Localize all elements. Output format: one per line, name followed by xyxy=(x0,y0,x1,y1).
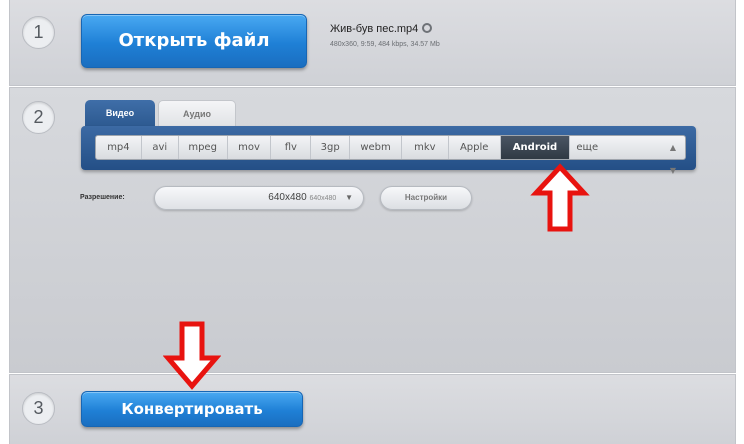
resolution-label: Разрешение: xyxy=(80,194,125,201)
format-bar: mp4 avi mpeg mov flv 3gp webm mkv Apple … xyxy=(81,126,696,175)
format-mp4[interactable]: mp4 xyxy=(96,136,142,159)
settings-button[interactable]: Настройки xyxy=(380,186,472,210)
step-number-1: 1 xyxy=(22,16,55,49)
format-mov[interactable]: mov xyxy=(228,136,272,159)
info-circle-icon[interactable] xyxy=(422,23,433,33)
format-webm[interactable]: webm xyxy=(350,136,402,159)
step-number-2: 2 xyxy=(22,101,55,134)
step-number-3: 3 xyxy=(22,392,55,425)
format-mpeg[interactable]: mpeg xyxy=(179,136,228,159)
format-flv[interactable]: flv xyxy=(271,136,312,159)
format-mkv[interactable]: mkv xyxy=(402,136,449,159)
chevron-down-icon: ▼ xyxy=(345,193,353,202)
format-3gp[interactable]: 3gp xyxy=(311,136,351,159)
resolution-value: 640x480 xyxy=(268,192,307,203)
format-android[interactable]: Android xyxy=(500,136,571,159)
file-meta: 480x360, 9:59, 484 kbps, 34.57 Mb xyxy=(330,41,440,48)
file-name: Жив-був пес.mp4 xyxy=(330,23,433,35)
tab-video[interactable]: Видео xyxy=(85,100,155,126)
convert-button[interactable]: Конвертировать xyxy=(81,391,303,427)
file-name-text: Жив-був пес.mp4 xyxy=(330,23,419,35)
format-list: mp4 avi mpeg mov flv 3gp webm mkv Apple … xyxy=(95,135,686,175)
tab-audio[interactable]: Аудио xyxy=(158,100,236,126)
up-arrow-icon xyxy=(530,163,590,232)
format-more-select[interactable]: еще ▲ ▼ xyxy=(570,136,685,175)
resolution-sub: 640x480 xyxy=(309,195,337,202)
open-file-button[interactable]: Открыть файл xyxy=(81,14,307,68)
format-apple[interactable]: Apple xyxy=(449,136,501,159)
format-more-label: еще xyxy=(576,142,599,153)
down-arrow-icon xyxy=(163,321,221,390)
format-avi[interactable]: avi xyxy=(142,136,179,159)
up-down-arrows-icon: ▲ ▼ xyxy=(669,143,677,175)
resolution-select[interactable]: 640x480 640x480 ▼ xyxy=(154,186,364,210)
